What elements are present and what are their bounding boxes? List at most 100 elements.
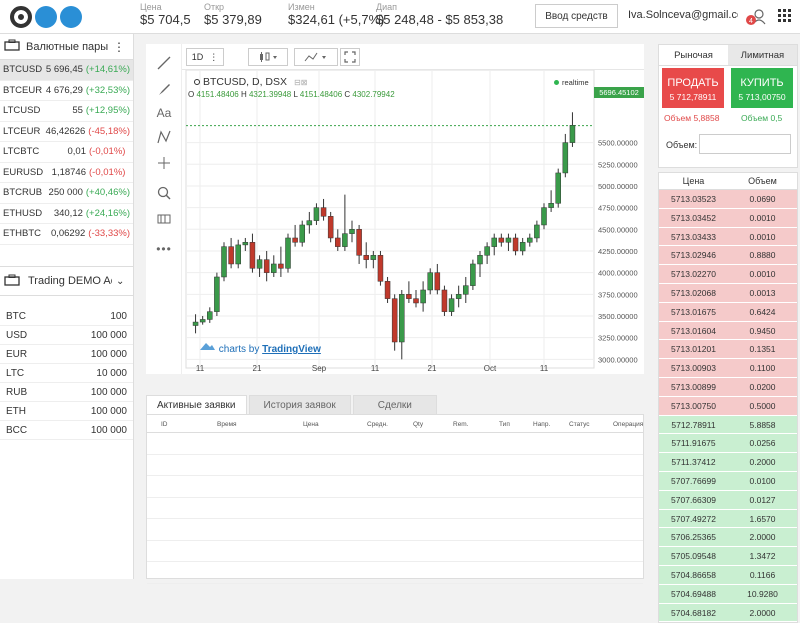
order-row (147, 519, 643, 541)
candle-body (292, 237, 298, 243)
column-header[interactable]: Напр. (533, 421, 550, 428)
trend-line-icon[interactable] (152, 52, 176, 74)
ask-row[interactable]: 5713.01201 0.1351 (659, 340, 797, 360)
candle-body (455, 294, 462, 299)
bid-price: 5705.09548 (671, 551, 716, 562)
ask-row[interactable]: 5713.00750 0.5000 (659, 396, 797, 416)
logo[interactable] (10, 6, 82, 28)
candle-body (484, 246, 490, 256)
bid-row[interactable]: 5705.09548 1.3472 (659, 547, 797, 566)
ask-row[interactable]: 5713.02270 0.0010 (659, 265, 797, 284)
buy-button[interactable]: КУПИТЬ 5 713,00750 (731, 68, 793, 108)
column-header[interactable]: Qty (413, 421, 423, 428)
settings-icon[interactable]: ⊟⊠ (294, 78, 307, 87)
stat-value: $5 704,5 (140, 12, 191, 27)
candle-body (320, 207, 327, 217)
kebab-icon: ⋮ (209, 51, 219, 62)
sell-button[interactable]: ПРОДАТЬ 5 712,78911 (662, 68, 724, 108)
order-row (147, 541, 643, 562)
column-header[interactable]: Тип (499, 421, 510, 428)
bid-row[interactable]: 5712.78911 5.8858 (659, 415, 797, 435)
candle-body (491, 237, 497, 247)
candle-body (207, 311, 213, 320)
ask-price: 5713.03433 (671, 231, 716, 242)
tradingview-watermark[interactable]: charts by TradingView (198, 340, 321, 355)
balance-row: EUR 100 000 (0, 345, 133, 364)
asks-list: 5713.03523 0.0690 5713.03452 0.0010 5713.034… (659, 190, 797, 416)
user-notification-icon[interactable]: 4 (745, 8, 767, 31)
brush-icon[interactable] (152, 78, 176, 100)
tab-limit[interactable]: Лимитная (728, 45, 797, 65)
bid-row[interactable]: 5704.86658 0.1166 (659, 565, 797, 585)
ask-volume: 0.0013 (749, 287, 776, 298)
chart-type-button[interactable] (248, 48, 288, 66)
apps-grid-icon[interactable] (778, 9, 792, 28)
magnet-icon[interactable] (152, 208, 176, 230)
column-header[interactable]: ID (161, 421, 168, 428)
bid-row[interactable]: 5707.49272 1.6570 (659, 509, 797, 529)
stat-value: $5 379,89 (204, 12, 262, 27)
candle-body (434, 272, 441, 291)
y-tick-label: 4500.00000 (598, 225, 638, 234)
pair-row[interactable]: BTCRUB 250 000 (+40,46%) (0, 183, 133, 204)
pairs-title: Валютные пары (26, 40, 109, 53)
ask-row[interactable]: 5713.02068 0.0013 (659, 283, 797, 303)
bid-row[interactable]: 5711.37412 0.2000 (659, 453, 797, 472)
measure-icon[interactable] (152, 152, 176, 174)
ask-row[interactable]: 5713.01675 0.6424 (659, 302, 797, 322)
indicators-button[interactable] (294, 48, 338, 66)
user-email[interactable]: Iva.Solnceva@gmail.com (628, 9, 738, 21)
more-menu-icon[interactable]: ⋮ (113, 40, 125, 54)
pair-row[interactable]: LTCBTC 0,01 (-0,01%) (0, 142, 133, 163)
pair-row[interactable]: LTCEUR 46,42626 (-45,18%) (0, 122, 133, 142)
briefcase-icon (4, 39, 20, 54)
pair-name: BTCEUR (3, 84, 43, 96)
pair-row[interactable]: BTCEUR 4 676,29 (+32,53%) (0, 81, 133, 101)
text-tool-icon[interactable]: Aa (152, 102, 176, 124)
column-header[interactable]: Средн. (367, 421, 388, 428)
deposit-button[interactable]: Ввод средств (535, 4, 618, 28)
ask-row[interactable]: 5713.01604 0.9450 (659, 321, 797, 341)
column-header[interactable]: Rem. (453, 421, 469, 428)
pair-row[interactable]: ETHUSD 340,12 (+24,16%) (0, 204, 133, 224)
chart-topbar: 1D ⋮ (182, 44, 644, 70)
interval-select[interactable]: 1D ⋮ (186, 48, 224, 66)
pattern-icon[interactable] (152, 126, 176, 148)
ask-row[interactable]: 5713.00899 0.0200 (659, 377, 797, 397)
tab-market[interactable]: Рыночая (659, 45, 728, 65)
pair-row[interactable]: EURUSD 1,18746 (-0,01%) (0, 163, 133, 183)
bid-row[interactable]: 5706.25365 2.0000 (659, 528, 797, 548)
candlestick-chart[interactable]: 5500.00000 5250.00000 5000.00000 4750.00000… (182, 69, 644, 374)
tab-order-history[interactable]: История заявок (248, 395, 351, 415)
pair-row[interactable]: BTCUSD 5 696,45 (+14,61%) (0, 60, 133, 81)
account-selector[interactable]: Trading DEMO Accoun ⌄ (0, 266, 133, 296)
candle-body (463, 285, 469, 295)
ask-row[interactable]: 5713.03452 0.0010 (659, 208, 797, 228)
bid-row[interactable]: 5711.91675 0.0256 (659, 434, 797, 454)
fullscreen-button[interactable] (340, 48, 360, 66)
plot-area[interactable]: 5500.00000 5250.00000 5000.00000 4750.00000… (182, 69, 644, 374)
bid-row[interactable]: 5707.76699 0.0100 (659, 471, 797, 491)
bid-row[interactable]: 5707.66309 0.0127 (659, 490, 797, 510)
column-header[interactable]: Операция (613, 421, 643, 428)
pair-row[interactable]: LTCUSD 55 (+12,95%) (0, 101, 133, 122)
column-header[interactable]: Время (217, 421, 237, 428)
candle-body (235, 244, 241, 265)
tab-trades[interactable]: Сделки (352, 395, 437, 415)
more-tools-icon[interactable]: ••• (152, 238, 176, 260)
zoom-icon[interactable] (152, 182, 176, 204)
volume-input[interactable] (699, 134, 791, 154)
ask-row[interactable]: 5713.02946 0.8880 (659, 246, 797, 266)
ask-row[interactable]: 5713.03433 0.0010 (659, 227, 797, 247)
x-tick-label: 11 (371, 364, 380, 373)
column-header[interactable]: Статус (569, 421, 590, 428)
tab-active-orders[interactable]: Активные заявки (146, 395, 247, 415)
ask-row[interactable]: 5713.00903 0.1100 (659, 359, 797, 378)
pair-row[interactable]: ETHBTC 0,06292 (-33,33%) (0, 224, 133, 245)
buy-label: КУПИТЬ (740, 77, 784, 89)
ask-row[interactable]: 5713.03523 0.0690 (659, 190, 797, 209)
column-header[interactable]: Цена (303, 421, 319, 428)
bid-row[interactable]: 5704.69488 10.9280 (659, 584, 797, 604)
balance-value: 100 000 (90, 424, 127, 436)
bid-row[interactable]: 5704.68182 2.0000 (659, 603, 797, 623)
